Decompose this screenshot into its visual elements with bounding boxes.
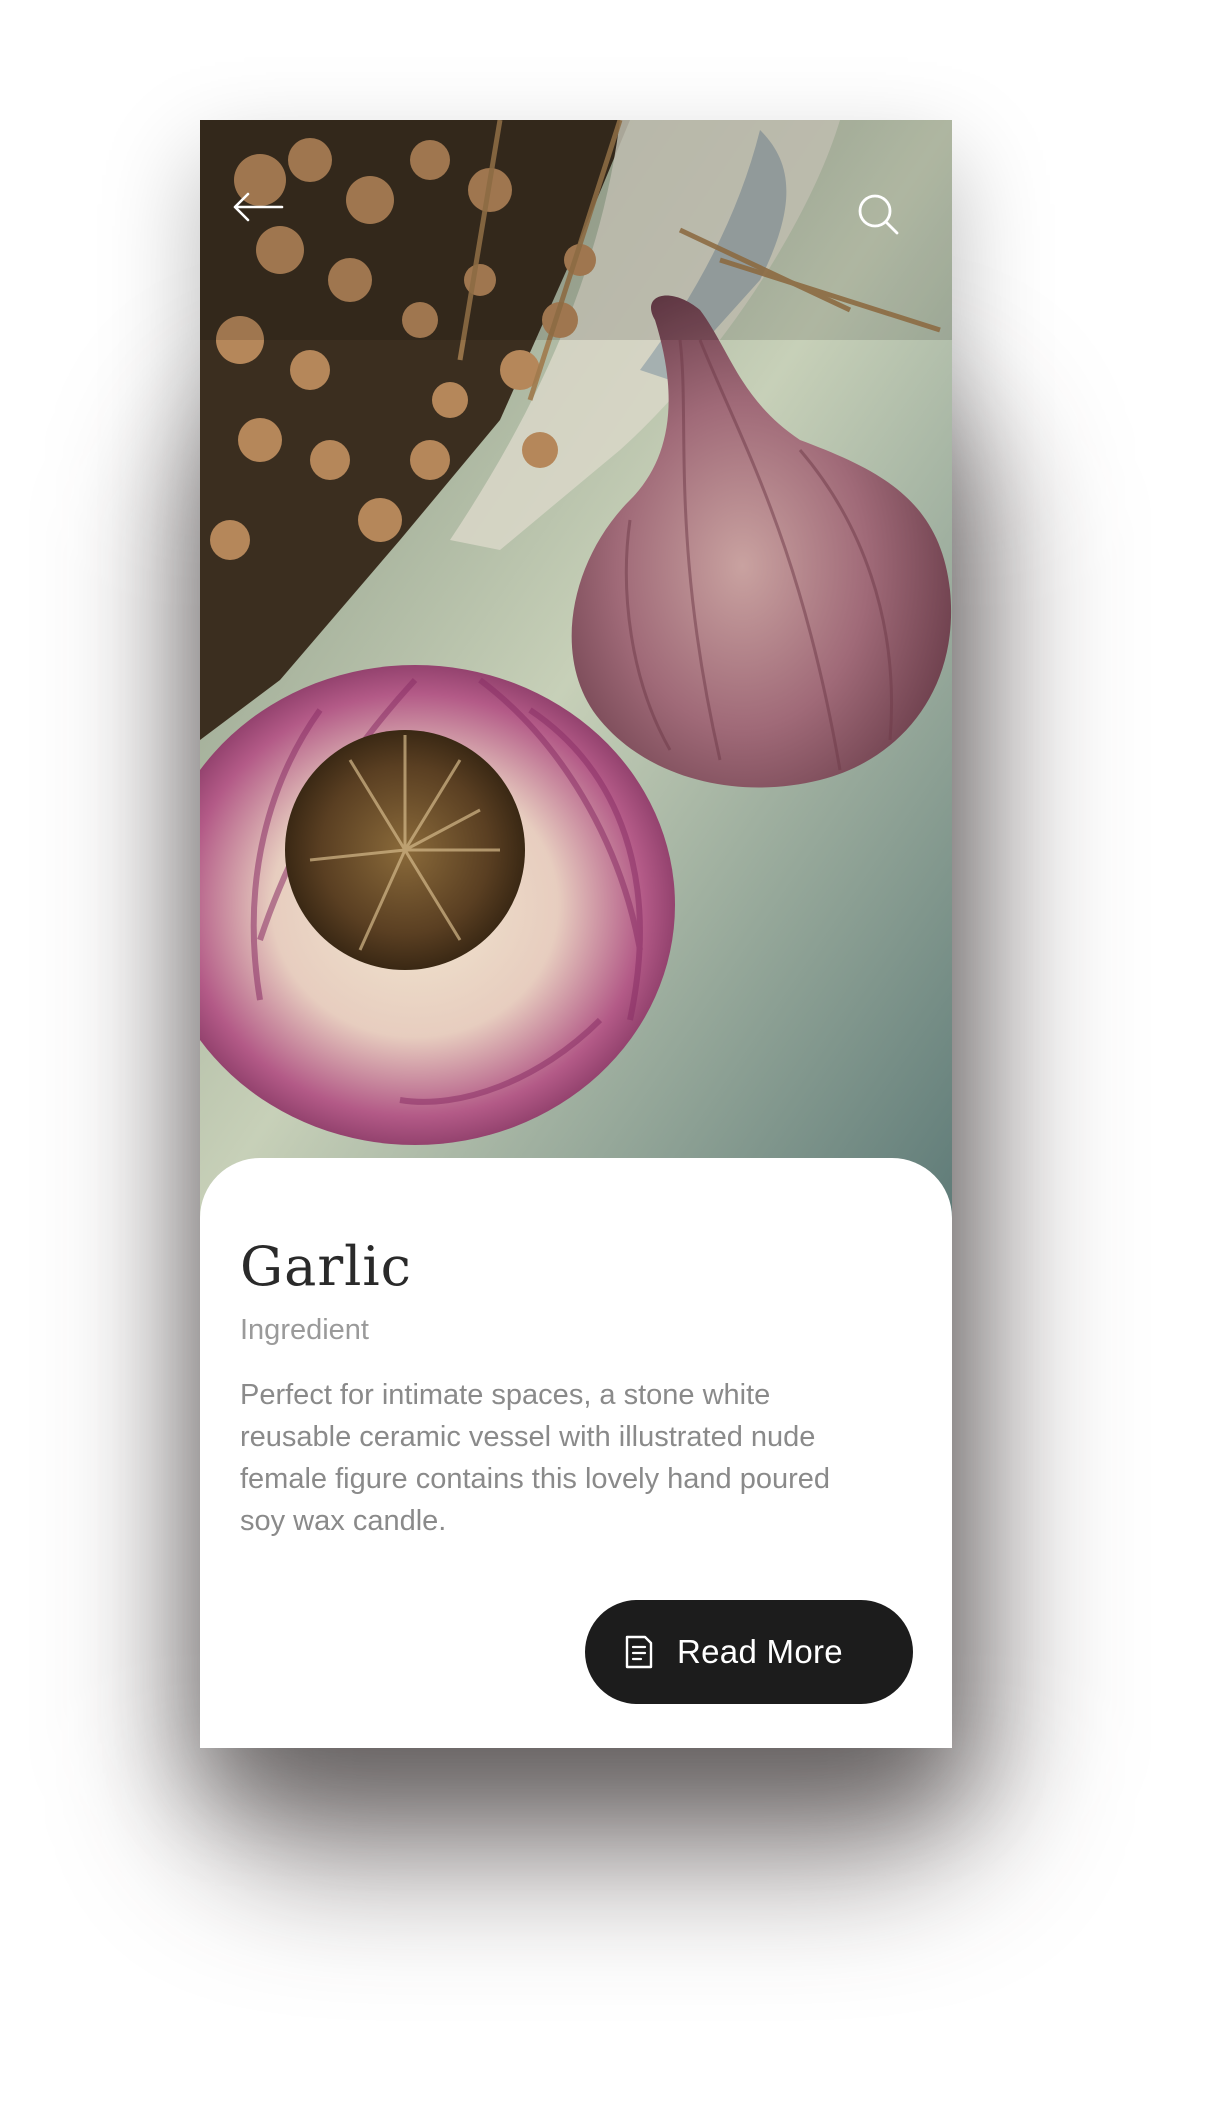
detail-card: Garlic Ingredient Perfect for intimate s… xyxy=(200,1158,952,1748)
item-category: Ingredient xyxy=(240,1314,369,1346)
search-icon xyxy=(858,194,899,235)
read-more-label: Read More xyxy=(677,1633,843,1670)
hero-image xyxy=(200,120,952,1220)
item-title: Garlic xyxy=(240,1235,412,1298)
back-button[interactable] xyxy=(232,192,296,256)
phone-frame: Garlic Ingredient Perfect for intimate s… xyxy=(200,120,952,1748)
arrow-left-icon xyxy=(233,192,284,222)
screen-stage: Garlic Ingredient Perfect for intimate s… xyxy=(0,0,1230,2104)
read-more-button[interactable]: Read More xyxy=(585,1600,913,1704)
document-icon xyxy=(623,1634,655,1670)
search-button[interactable] xyxy=(856,192,920,256)
item-description: Perfect for intimate spaces, a stone whi… xyxy=(240,1379,831,1537)
garlic-photo-illustration xyxy=(200,120,952,1220)
